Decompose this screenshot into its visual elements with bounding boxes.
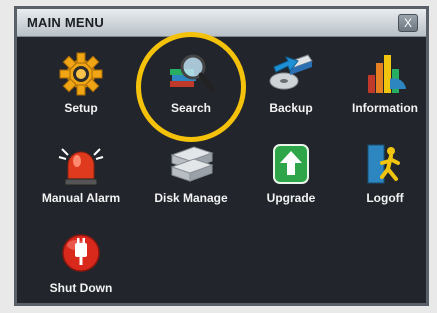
menu-item-disk-manage[interactable]: Disk Manage [141,137,241,215]
menu-item-label: Information [352,101,418,115]
close-button[interactable]: X [398,14,418,32]
menu-item-label: Setup [64,101,98,115]
close-icon: X [403,16,412,30]
title-bar: MAIN MENU X [17,9,426,37]
gear-icon [59,52,103,96]
alarm-icon [58,148,104,186]
disk-icon [170,146,214,182]
menu-item-shut-down[interactable]: Shut Down [31,227,131,305]
menu-item-information[interactable]: Information [335,47,435,125]
window-title: MAIN MENU [27,15,104,30]
backup-icon [269,54,313,90]
menu-item-logoff[interactable]: Logoff [335,137,435,215]
menu-item-label: Logoff [366,191,404,205]
information-icon [368,55,406,93]
menu-item-setup[interactable]: Setup [31,47,131,125]
highlight-circle [136,32,246,142]
upgrade-icon [273,144,309,184]
menu-item-label: Manual Alarm [41,191,121,205]
menu-item-manual-alarm[interactable]: Manual Alarm [31,137,131,215]
main-menu-window: MAIN MENU X Setup Search Backup Informat… [14,6,429,306]
power-icon [62,234,100,272]
logoff-icon [367,144,400,184]
menu-item-label: Shut Down [49,281,113,295]
